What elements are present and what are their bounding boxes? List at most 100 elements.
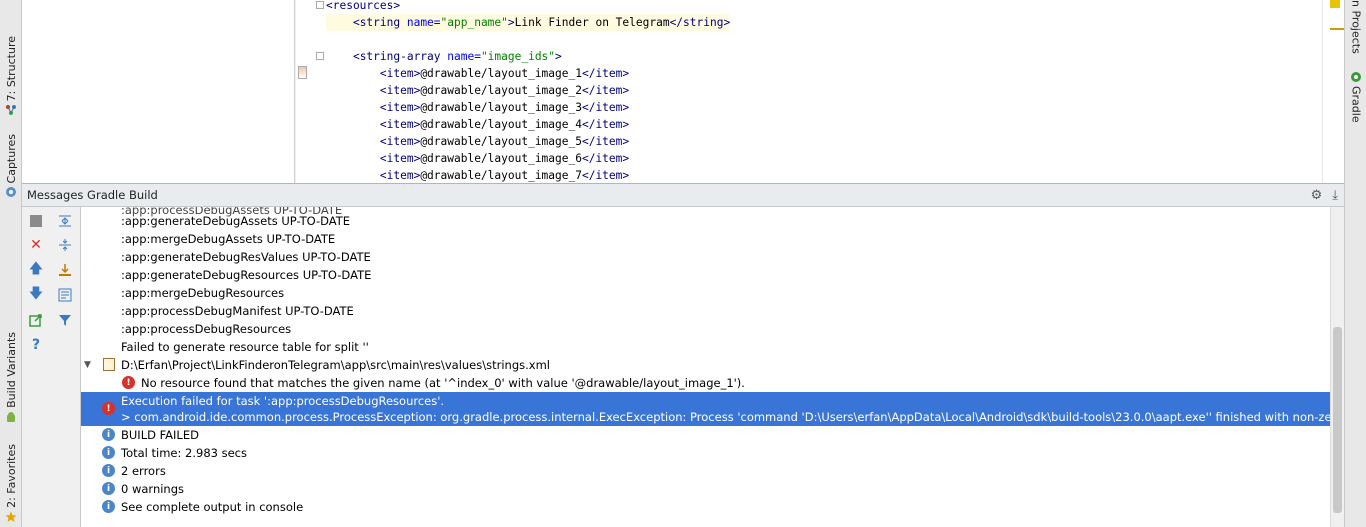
arrow-up-icon: 🡅 bbox=[28, 261, 44, 277]
code-line[interactable]: <item>@drawable/layout_image_6</item> bbox=[326, 150, 730, 167]
code-token: </item> bbox=[581, 84, 630, 97]
message-text: :app:processDebugManifest UP-TO-DATE bbox=[121, 304, 354, 318]
code-token: @drawable/layout_image_7 bbox=[420, 169, 582, 182]
code-token: <item> bbox=[379, 118, 421, 131]
code-line[interactable]: <string-array name="image_ids"> bbox=[326, 48, 730, 65]
stop-icon bbox=[30, 215, 42, 227]
vertical-scrollbar[interactable] bbox=[1330, 207, 1344, 527]
tab-captures[interactable]: Captures bbox=[0, 134, 22, 201]
message-text: D:\Erfan\Project\LinkFinderonTelegram\ap… bbox=[121, 358, 550, 372]
code-editor[interactable]: <resources> <string name="app_name">Link… bbox=[296, 0, 1344, 183]
code-line[interactable]: <resources> bbox=[326, 0, 730, 14]
code-token: name= bbox=[447, 50, 481, 63]
list-item[interactable]: :app:mergeDebugAssets UP-TO-DATE bbox=[81, 230, 1330, 248]
code-content[interactable]: <resources> <string name="app_name">Link… bbox=[326, 0, 731, 183]
info-icon: i bbox=[102, 446, 115, 459]
list-item[interactable]: Failed to generate resource table for sp… bbox=[81, 338, 1330, 356]
scrollbar-thumb[interactable] bbox=[1333, 327, 1342, 513]
list-item[interactable]: :app:processDebugManifest UP-TO-DATE bbox=[81, 302, 1330, 320]
preview-button[interactable] bbox=[56, 286, 74, 304]
fold-marker[interactable] bbox=[316, 1, 324, 9]
list-item[interactable]: i 0 warnings bbox=[81, 480, 1330, 498]
code-line[interactable]: <item>@drawable/layout_image_3</item> bbox=[326, 99, 730, 116]
code-token: <string-array bbox=[352, 50, 448, 63]
list-item[interactable]: :app:processDebugResources bbox=[81, 320, 1330, 338]
info-icon: i bbox=[102, 482, 115, 495]
message-text: 0 warnings bbox=[121, 482, 185, 496]
tab-favorites[interactable]: 2: Favorites bbox=[0, 444, 22, 526]
messages-list[interactable]: :app:processDebugAssets UP-TO-DATE :app:… bbox=[81, 207, 1330, 527]
tab-projects[interactable]: n Projects bbox=[1345, 0, 1366, 54]
message-detail-text: > com.android.ide.common.process.Process… bbox=[121, 410, 1330, 424]
fold-marker[interactable] bbox=[316, 52, 324, 60]
list-item[interactable]: i See complete output in console bbox=[81, 498, 1330, 516]
list-item[interactable]: ▼ D:\Erfan\Project\LinkFinderonTelegram\a… bbox=[81, 356, 1330, 374]
message-text: Failed to generate resource table for sp… bbox=[121, 340, 369, 354]
right-margin-guide bbox=[1322, 0, 1323, 183]
code-token: @drawable/layout_image_6 bbox=[420, 152, 582, 165]
code-token: <item> bbox=[379, 84, 421, 97]
list-item[interactable]: :app:generateDebugResources UP-TO-DATE bbox=[81, 266, 1330, 284]
previous-message-button[interactable]: 🡅 bbox=[27, 261, 45, 279]
code-line[interactable] bbox=[326, 31, 730, 48]
tab-favorites-label: 2: Favorites bbox=[4, 444, 18, 508]
message-text: :app:generateDebugResources UP-TO-DATE bbox=[121, 268, 372, 282]
code-token: </item> bbox=[581, 67, 630, 80]
warning-marker[interactable] bbox=[1330, 0, 1340, 8]
code-line[interactable]: <item>@drawable/layout_image_7</item> bbox=[326, 167, 730, 183]
gradle-icon bbox=[1351, 72, 1361, 82]
code-token: </item> bbox=[581, 118, 630, 131]
collapse-all-button[interactable] bbox=[56, 236, 74, 254]
code-token: "image_ids" bbox=[480, 50, 556, 63]
code-line[interactable]: <item>@drawable/layout_image_5</item> bbox=[326, 133, 730, 150]
export-button[interactable] bbox=[27, 311, 45, 329]
tab-structure[interactable]: 7: Structure bbox=[0, 36, 22, 119]
expand-all-icon bbox=[59, 215, 71, 227]
selected-message-row[interactable]: ! Execution failed for task ':app:process… bbox=[81, 392, 1330, 426]
help-button[interactable]: ? bbox=[27, 336, 45, 354]
error-icon: ! bbox=[122, 376, 135, 389]
left-tool-strip: 7: Structure Captures Build Variants 2: … bbox=[0, 0, 22, 527]
tab-gradle[interactable]: Gradle bbox=[1345, 68, 1366, 123]
list-item[interactable]: :app:generateDebugAssets UP-TO-DATE bbox=[81, 212, 1330, 230]
code-token: </item> bbox=[581, 101, 630, 114]
list-item[interactable]: i 2 errors bbox=[81, 462, 1330, 480]
drawable-preview-icon bbox=[298, 66, 307, 79]
list-item[interactable]: :app:generateDebugResValues UP-TO-DATE bbox=[81, 248, 1330, 266]
message-text: Total time: 2.983 secs bbox=[121, 446, 247, 460]
stop-button[interactable] bbox=[27, 212, 45, 230]
code-token: <item> bbox=[379, 135, 421, 148]
message-text: See complete output in console bbox=[121, 500, 304, 514]
list-item[interactable]: i BUILD FAILED bbox=[81, 426, 1330, 444]
code-line[interactable]: <item>@drawable/layout_image_2</item> bbox=[326, 82, 730, 99]
filter-button[interactable] bbox=[56, 311, 74, 329]
list-item[interactable]: i Total time: 2.983 secs bbox=[81, 444, 1330, 462]
code-token: <item> bbox=[379, 152, 421, 165]
code-token: <resources> bbox=[326, 0, 401, 12]
message-text: 2 errors bbox=[121, 464, 166, 478]
expand-toggle-icon[interactable]: ▼ bbox=[84, 356, 91, 374]
list-item[interactable]: :app:mergeDebugResources bbox=[81, 284, 1330, 302]
message-text: :app:mergeDebugAssets UP-TO-DATE bbox=[121, 232, 336, 246]
code-line[interactable]: <item>@drawable/layout_image_4</item> bbox=[326, 116, 730, 133]
next-message-button[interactable]: 🡇 bbox=[27, 286, 45, 304]
code-token: </item> bbox=[581, 152, 630, 165]
code-token: > bbox=[507, 16, 515, 29]
close-button[interactable]: ✕ bbox=[27, 236, 45, 254]
gear-icon[interactable]: ⚙ bbox=[1311, 188, 1323, 203]
code-line[interactable]: <string name="app_name">Link Finder on T… bbox=[326, 14, 731, 31]
code-token: <item> bbox=[379, 101, 421, 114]
structure-panel bbox=[22, 0, 295, 183]
structure-icon bbox=[6, 105, 16, 116]
list-item[interactable]: ! No resource found that matches the give… bbox=[81, 374, 1330, 392]
messages-panel-header: Messages Gradle Build ⚙ ⤓ bbox=[22, 183, 1344, 207]
editor-gutter bbox=[296, 0, 326, 183]
code-line[interactable]: <item>@drawable/layout_image_1</item> bbox=[326, 65, 730, 82]
preview-icon bbox=[58, 288, 72, 302]
expand-all-button[interactable] bbox=[56, 212, 74, 230]
xml-file-icon bbox=[103, 358, 115, 371]
tab-build-variants[interactable]: Build Variants bbox=[0, 332, 22, 426]
export-icon bbox=[29, 314, 42, 327]
hide-panel-icon[interactable]: ⤓ bbox=[1332, 188, 1338, 203]
autoscroll-button[interactable] bbox=[56, 261, 74, 279]
